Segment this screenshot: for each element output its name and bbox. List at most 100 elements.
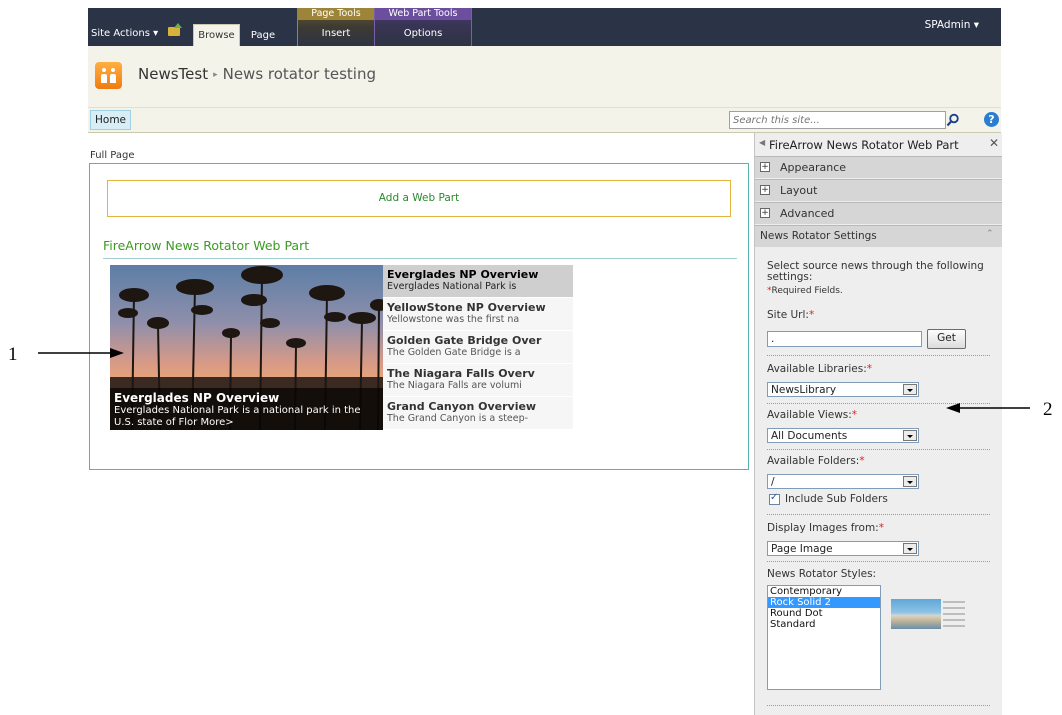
rotator-headline-list: Everglades NP Overview Everglades Nation…	[383, 265, 573, 430]
site-url-label: Site Url:*	[767, 309, 815, 321]
page-title: News rotator testing	[222, 65, 376, 83]
close-icon[interactable]: ✕	[989, 136, 999, 150]
rotator-item[interactable]: The Niagara Falls Overv The Niagara Fall…	[383, 364, 573, 397]
annotation-label-2: 2	[1043, 399, 1053, 420]
web-part-tools-group: Web Part Tools Options	[374, 8, 472, 46]
rotator-item[interactable]: Golden Gate Bridge Over The Golden Gate …	[383, 331, 573, 364]
rotator-caption: Everglades NP Overview Everglades Nation…	[110, 388, 383, 430]
user-menu[interactable]: SPAdmin ▾	[925, 19, 979, 31]
expand-icon[interactable]: +	[760, 185, 770, 195]
section-layout[interactable]: + Layout	[755, 179, 1002, 201]
dropdown-arrow-icon[interactable]	[903, 430, 917, 441]
rotator-caption-text[interactable]: Everglades National Park is a national p…	[114, 405, 382, 429]
divider	[767, 561, 990, 562]
images-label: Display Images from:*	[767, 522, 884, 534]
divider	[767, 514, 990, 515]
site-url-label-text: Site Url:	[767, 309, 809, 321]
web-part-title-divider	[103, 258, 737, 259]
tab-options[interactable]: Options	[375, 20, 471, 46]
include-subfolders-label[interactable]: Include Sub Folders	[785, 493, 888, 505]
libraries-label-text: Available Libraries:	[767, 363, 867, 375]
rotator-item-title: The Niagara Falls Overv	[387, 367, 535, 380]
tab-browse[interactable]: Browse	[193, 24, 240, 46]
annotation-label-1: 1	[8, 344, 18, 365]
folders-label-text: Available Folders:	[767, 455, 860, 467]
section-label: Advanced	[780, 207, 835, 220]
style-option[interactable]: Standard	[768, 619, 880, 630]
libraries-label: Available Libraries:*	[767, 363, 872, 375]
site-logo-icon[interactable]	[95, 62, 122, 89]
libraries-select[interactable]: NewsLibrary	[767, 382, 919, 397]
rotator-item-desc: The Grand Canyon is a steep-	[387, 413, 529, 424]
rotator-item-desc: The Golden Gate Bridge is a	[387, 347, 521, 358]
page-tools-label: Page Tools	[298, 8, 374, 20]
expand-icon[interactable]: +	[760, 162, 770, 172]
views-value: All Documents	[771, 430, 848, 442]
section-advanced[interactable]: + Advanced	[755, 202, 1002, 224]
search-box	[729, 111, 946, 129]
views-select[interactable]: All Documents	[767, 428, 919, 443]
style-preview-thumbnail	[891, 599, 967, 631]
folders-value: /	[771, 476, 775, 488]
rotator-item-title: YellowStone NP Overview	[387, 301, 546, 314]
collapse-icon[interactable]: ⌃	[986, 229, 994, 239]
rotator-item-desc: Everglades National Park is	[387, 281, 517, 292]
rotator-item[interactable]: Grand Canyon Overview The Grand Canyon i…	[383, 397, 573, 430]
rotator-item[interactable]: Everglades NP Overview Everglades Nation…	[383, 265, 573, 298]
site-url-input[interactable]: .	[767, 331, 922, 347]
zone-label: Full Page	[90, 150, 135, 161]
tool-pane-title: FireArrow News Rotator Web Part	[769, 138, 959, 152]
images-label-text: Display Images from:	[767, 522, 879, 534]
views-label-text: Available Views:	[767, 409, 852, 421]
section-appearance[interactable]: + Appearance	[755, 156, 1002, 178]
divider	[767, 705, 990, 706]
style-option-selected[interactable]: Rock Solid 2	[768, 597, 880, 608]
tab-insert[interactable]: Insert	[298, 20, 374, 46]
styles-label: News Rotator Styles:	[767, 568, 877, 580]
ribbon-bar: Site Actions ▾ Browse Page Page Tools In…	[88, 8, 1001, 46]
style-option[interactable]: Round Dot	[768, 608, 880, 619]
annotation-arrow-left-icon	[946, 403, 1030, 413]
folders-label: Available Folders:*	[767, 455, 865, 467]
expand-icon[interactable]: +	[760, 208, 770, 218]
images-select[interactable]: Page Image	[767, 541, 919, 556]
tool-pane-header: ◀ FireArrow News Rotator Web Part ✕	[755, 133, 1002, 155]
navigate-up-icon[interactable]	[168, 23, 182, 36]
style-option[interactable]: Contemporary	[768, 586, 880, 597]
rotator-item[interactable]: YellowStone NP Overview Yellowstone was …	[383, 298, 573, 331]
title-area: NewsTest ▸ News rotator testing	[88, 46, 1001, 108]
required-note-text: Required Fields.	[771, 286, 843, 296]
divider	[767, 355, 990, 356]
rotator-item-desc: The Niagara Falls are volumi	[387, 380, 522, 391]
include-subfolders-checkbox[interactable]	[769, 492, 780, 505]
rotator-item-desc: Yellowstone was the first na	[387, 314, 520, 325]
rotator-item-title: Grand Canyon Overview	[387, 400, 537, 413]
tab-page[interactable]: Page	[248, 25, 278, 46]
web-part-title[interactable]: FireArrow News Rotator Web Part	[103, 238, 309, 253]
breadcrumb: NewsTest ▸ News rotator testing	[138, 65, 376, 83]
news-rotator-settings-header[interactable]: News Rotator Settings ⌃	[755, 225, 1002, 247]
search-icon[interactable]	[946, 113, 960, 127]
dropdown-arrow-icon[interactable]	[903, 543, 917, 554]
site-actions-menu[interactable]: Site Actions ▾	[91, 28, 158, 39]
search-input[interactable]	[730, 112, 916, 128]
tool-pane: ◀ FireArrow News Rotator Web Part ✕ + Ap…	[754, 133, 1002, 715]
libraries-value: NewsLibrary	[771, 384, 837, 396]
nav-item-home[interactable]: Home	[90, 110, 132, 130]
add-web-part-button[interactable]: Add a Web Part	[107, 180, 731, 217]
breadcrumb-site-link[interactable]: NewsTest	[138, 65, 208, 83]
web-part-tools-label: Web Part Tools	[375, 8, 471, 20]
dropdown-arrow-icon[interactable]	[903, 476, 917, 487]
chevron-left-icon[interactable]: ◀	[759, 138, 765, 147]
section-label: Layout	[780, 184, 818, 197]
styles-listbox[interactable]: Contemporary Rock Solid 2 Round Dot Stan…	[767, 585, 881, 690]
dropdown-arrow-icon[interactable]	[903, 384, 917, 395]
divider	[767, 449, 990, 450]
views-label: Available Views:*	[767, 409, 858, 421]
get-button[interactable]: Get	[927, 329, 966, 349]
rotator-featured-image[interactable]: Everglades NP Overview Everglades Nation…	[110, 265, 383, 430]
help-icon[interactable]: ?	[984, 112, 999, 127]
annotation-arrow-right-icon	[38, 348, 124, 358]
folders-select[interactable]: /	[767, 474, 919, 489]
rotator-caption-title: Everglades NP Overview	[114, 391, 280, 405]
